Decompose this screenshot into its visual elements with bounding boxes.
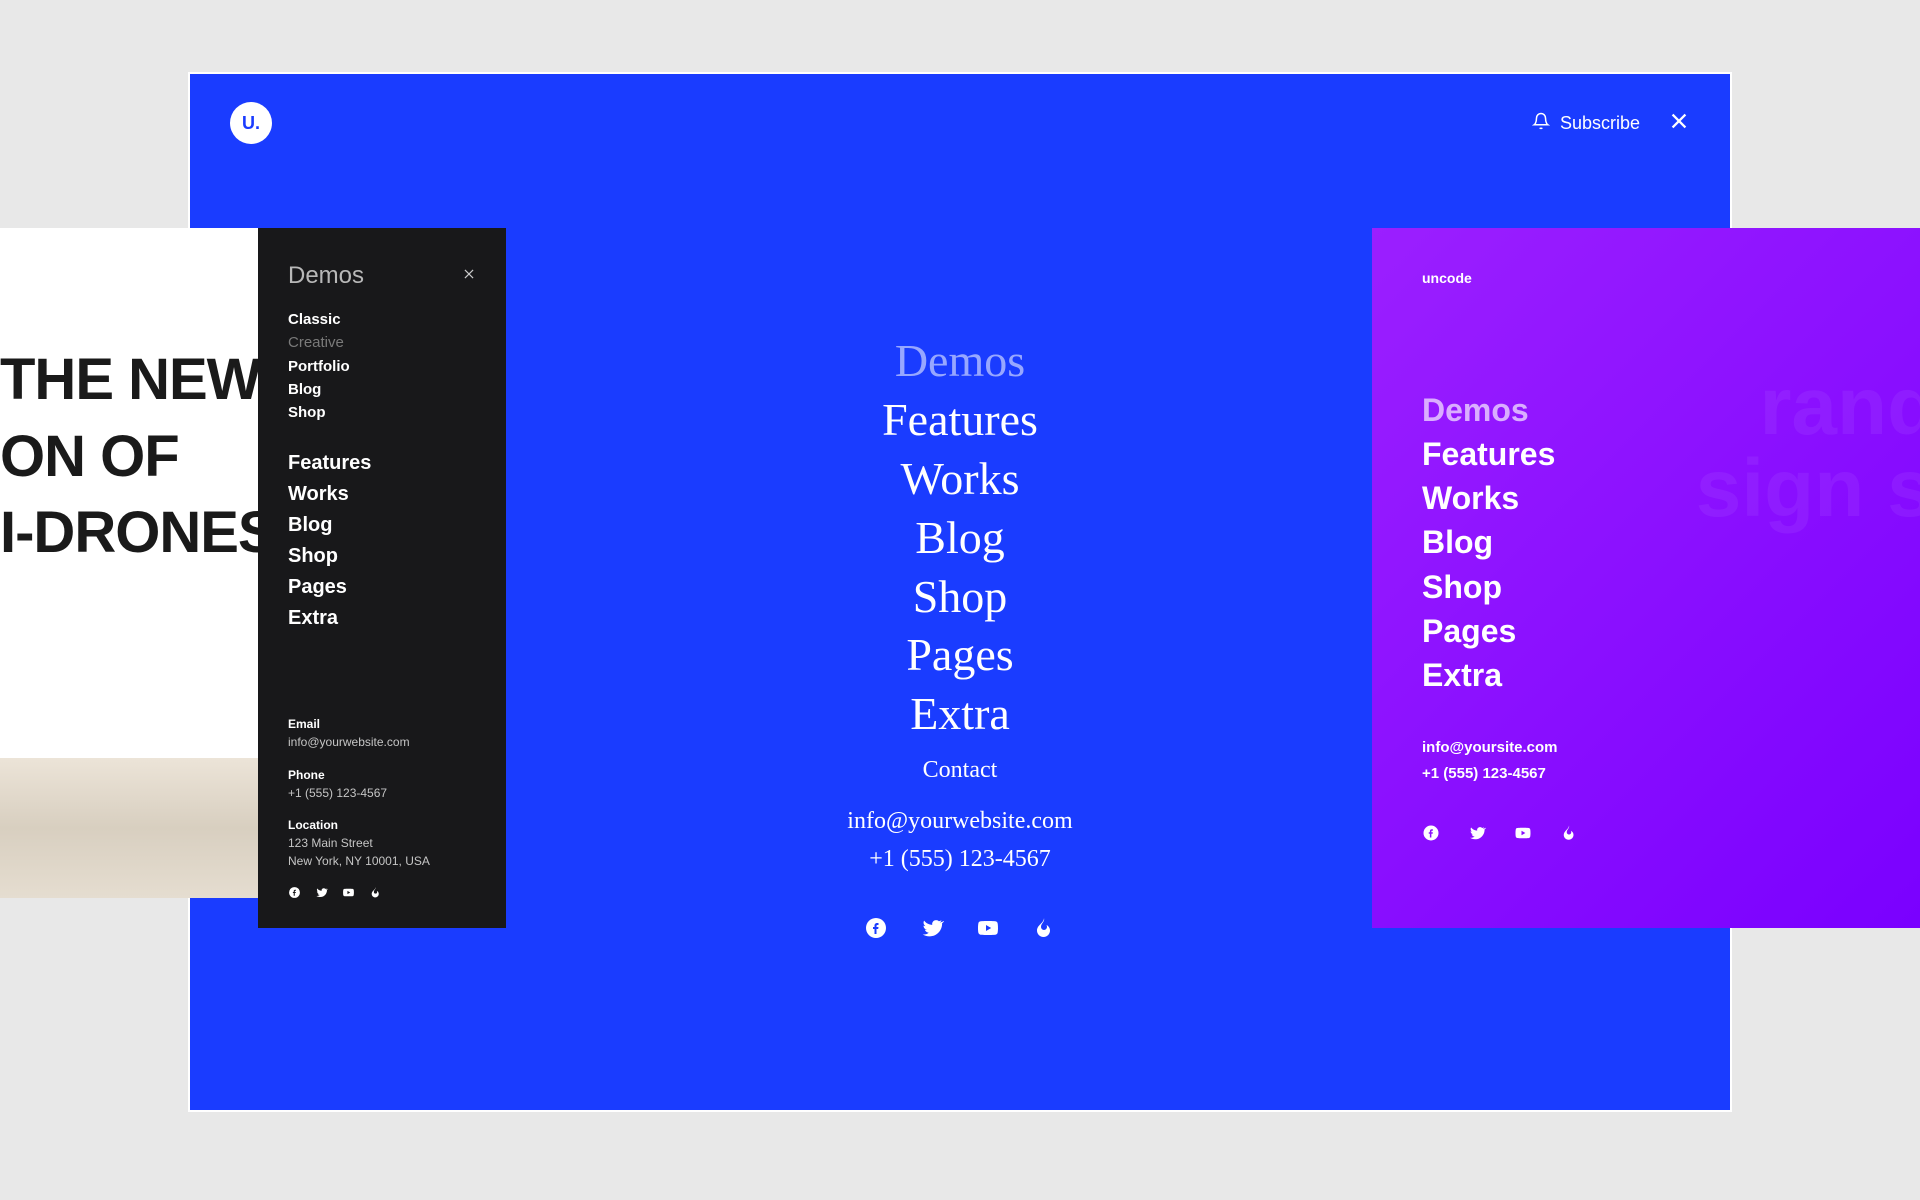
youtube-icon[interactable] — [1514, 824, 1532, 847]
dm-extra[interactable]: Extra — [288, 603, 476, 634]
dark-header: Demos — [288, 262, 476, 290]
purple-contact: info@yoursite.com +1 (555) 123-4567 — [1422, 735, 1920, 786]
pm-pages[interactable]: Pages — [1422, 609, 1920, 653]
pm-works[interactable]: Works — [1422, 476, 1920, 520]
hero-line-3: I-DRONES — [0, 495, 276, 572]
flame-icon[interactable] — [369, 886, 382, 902]
contact-phone[interactable]: +1 (555) 123-4567 — [847, 840, 1072, 878]
dm-features[interactable]: Features — [288, 448, 476, 479]
contact-email[interactable]: info@yourwebsite.com — [847, 802, 1072, 840]
dark-sidebar: Demos Classic Creative Portfolio Blog Sh… — [258, 228, 506, 928]
nav-works[interactable]: Works — [882, 450, 1038, 509]
email-label: Email — [288, 717, 476, 731]
dark-submenu: Classic Creative Portfolio Blog Shop — [288, 308, 476, 424]
sub-creative[interactable]: Creative — [288, 331, 476, 354]
contact-block: Contact info@yourwebsite.com +1 (555) 12… — [847, 757, 1072, 879]
youtube-icon[interactable] — [976, 916, 1000, 945]
twitter-icon[interactable] — [315, 886, 328, 902]
pm-demos[interactable]: Demos — [1422, 388, 1920, 432]
pm-extra[interactable]: Extra — [1422, 653, 1920, 697]
left-hero-panel: THE NEW ON OF I-DRONES — [0, 228, 260, 758]
nav-pages[interactable]: Pages — [882, 626, 1038, 685]
dm-blog[interactable]: Blog — [288, 510, 476, 541]
flame-icon[interactable] — [1560, 824, 1578, 847]
sidebar-title: Demos — [288, 262, 364, 290]
youtube-icon[interactable] — [342, 886, 355, 902]
purple-social — [1422, 824, 1920, 847]
location-label: Location — [288, 818, 476, 832]
logo-text: U. — [242, 113, 260, 134]
nav-features[interactable]: Features — [882, 391, 1038, 450]
purple-menu: Demos Features Works Blog Shop Pages Ext… — [1422, 388, 1920, 697]
nav-demos[interactable]: Demos — [882, 332, 1038, 391]
facebook-icon[interactable] — [864, 916, 888, 945]
dm-works[interactable]: Works — [288, 479, 476, 510]
sub-classic[interactable]: Classic — [288, 308, 476, 331]
main-header: U. Subscribe — [230, 102, 1690, 144]
purple-email[interactable]: info@yoursite.com — [1422, 735, 1920, 761]
pm-shop[interactable]: Shop — [1422, 565, 1920, 609]
header-right: Subscribe — [1532, 110, 1690, 137]
main-social — [864, 916, 1056, 945]
facebook-icon[interactable] — [1422, 824, 1440, 847]
hero-line-2: ON OF — [0, 419, 276, 496]
dark-main-menu: Features Works Blog Shop Pages Extra — [288, 448, 476, 634]
logo[interactable]: U. — [230, 102, 272, 144]
nav-shop[interactable]: Shop — [882, 568, 1038, 627]
close-icon[interactable] — [1668, 110, 1690, 137]
phone-label: Phone — [288, 768, 476, 782]
email-value[interactable]: info@yourwebsite.com — [288, 734, 476, 751]
subscribe-label: Subscribe — [1560, 113, 1640, 134]
nav-extra[interactable]: Extra — [882, 685, 1038, 744]
flame-icon[interactable] — [1032, 916, 1056, 945]
sub-portfolio[interactable]: Portfolio — [288, 355, 476, 378]
close-icon[interactable] — [462, 267, 476, 286]
purple-phone[interactable]: +1 (555) 123-4567 — [1422, 761, 1920, 787]
pm-features[interactable]: Features — [1422, 432, 1920, 476]
sub-blog[interactable]: Blog — [288, 378, 476, 401]
contact-heading: Contact — [847, 757, 1072, 784]
hero-image-strip — [0, 758, 260, 898]
twitter-icon[interactable] — [920, 916, 944, 945]
location-value-2: New York, NY 10001, USA — [288, 853, 476, 870]
hero-headline: THE NEW ON OF I-DRONES — [0, 342, 276, 572]
twitter-icon[interactable] — [1468, 824, 1486, 847]
hero-line-1: THE NEW — [0, 342, 276, 419]
dark-footer: Email info@yourwebsite.com Phone +1 (555… — [288, 717, 476, 902]
purple-panel: randi sign st uncode Demos Features Work… — [1372, 228, 1920, 928]
dark-social — [288, 886, 476, 902]
sub-shop[interactable]: Shop — [288, 401, 476, 424]
subscribe-button[interactable]: Subscribe — [1532, 112, 1640, 135]
bell-icon — [1532, 112, 1550, 135]
phone-value[interactable]: +1 (555) 123-4567 — [288, 785, 476, 802]
facebook-icon[interactable] — [288, 886, 301, 902]
dm-shop[interactable]: Shop — [288, 541, 476, 572]
location-value-1: 123 Main Street — [288, 835, 476, 852]
nav-blog[interactable]: Blog — [882, 509, 1038, 568]
pm-blog[interactable]: Blog — [1422, 520, 1920, 564]
main-menu: Demos Features Works Blog Shop Pages Ext… — [882, 332, 1038, 744]
purple-logo[interactable]: uncode — [1422, 270, 1920, 286]
dm-pages[interactable]: Pages — [288, 572, 476, 603]
